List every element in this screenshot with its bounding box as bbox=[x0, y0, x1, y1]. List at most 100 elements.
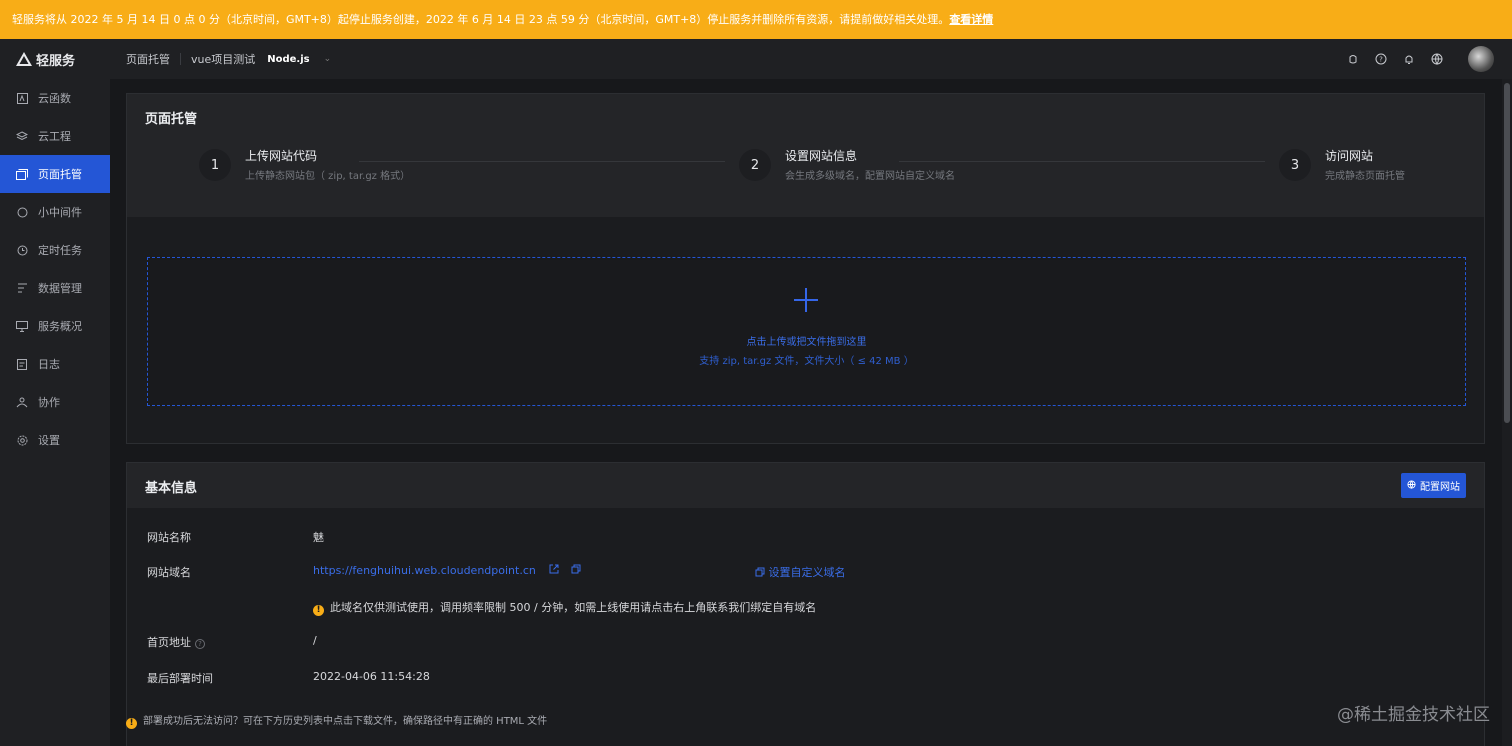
last-deploy-value: 2022-04-06 11:54:28 bbox=[313, 670, 430, 683]
list-icon bbox=[16, 282, 28, 294]
bell-icon[interactable] bbox=[1402, 52, 1416, 66]
basic-info-card: 基本信息 配置网站 网站名称 魅 网站域名 https://fenghuihui… bbox=[126, 462, 1485, 746]
sidebar: 轻服务 云函数 云工程 页面托管 小中间件 定时任务 数据管理 服务概况 日志 … bbox=[0, 39, 110, 746]
sidebar-item-scheduled-tasks[interactable]: 定时任务 bbox=[0, 231, 110, 269]
globe-icon bbox=[1407, 479, 1416, 492]
globe-icon[interactable] bbox=[1430, 52, 1444, 66]
warning-icon: ! bbox=[313, 604, 324, 616]
basic-info-header: 基本信息 配置网站 bbox=[127, 463, 1484, 508]
custom-domain-label: 设置自定义域名 bbox=[768, 566, 846, 579]
domain-link[interactable]: https://fenghuihui.web.cloudendpoint.cn bbox=[313, 564, 536, 577]
hosting-card: 页面托管 1 上传网站代码 上传静态网站包（ zip, tar.gz 格式） 2… bbox=[126, 93, 1485, 444]
upload-constraints: 支持 zip, tar.gz 文件，文件大小（ ≤ 42 MB ） bbox=[699, 356, 914, 367]
function-icon bbox=[16, 92, 28, 104]
plus-icon bbox=[794, 288, 818, 312]
deploy-tip: ! 部署成功后无法访问？可在下方历史列表中点击下载文件，确保路径中有正确的 HTM… bbox=[126, 712, 547, 729]
homepage-label: 首页地址 bbox=[147, 636, 191, 649]
step-title: 设置网站信息 bbox=[785, 149, 858, 163]
custom-domain-link[interactable]: 设置自定义域名 bbox=[755, 564, 846, 580]
sidebar-item-functions[interactable]: 云函数 bbox=[0, 79, 110, 117]
sidebar-item-label: 服务概况 bbox=[38, 320, 82, 333]
brand-icon bbox=[16, 52, 32, 66]
homepage-value: / bbox=[313, 634, 317, 647]
sidebar-item-label: 设置 bbox=[38, 434, 60, 447]
section-title: 基本信息 bbox=[145, 481, 198, 496]
sidebar-item-page-hosting[interactable]: 页面托管 bbox=[0, 155, 110, 193]
breadcrumb-section[interactable]: 页面托管 bbox=[126, 51, 170, 67]
upload-dropzone[interactable]: 点击上传或把文件拖到这里 支持 zip, tar.gz 文件，文件大小（ ≤ 4… bbox=[147, 257, 1466, 406]
configure-site-button[interactable]: 配置网站 bbox=[1401, 473, 1466, 498]
collab-icon bbox=[16, 396, 28, 408]
top-bar: 页面托管 vue项目测试 Node.js ⌄ ? bbox=[110, 39, 1512, 79]
sidebar-item-collaboration[interactable]: 协作 bbox=[0, 383, 110, 421]
sidebar-item-label: 数据管理 bbox=[38, 282, 82, 295]
brand-name: 轻服务 bbox=[36, 53, 76, 69]
sidebar-item-label: 日志 bbox=[38, 358, 60, 371]
runtime-badge: Node.js bbox=[267, 53, 310, 65]
step-visit: 3 访问网站 完成静态页面托管 bbox=[1279, 146, 1439, 186]
field-label: 网站域名 bbox=[147, 566, 191, 579]
sidebar-item-label: 云工程 bbox=[38, 130, 71, 143]
external-link-icon[interactable] bbox=[549, 564, 559, 577]
copy-icon bbox=[755, 567, 765, 577]
step-title: 访问网站 bbox=[1325, 149, 1374, 163]
doc-icon bbox=[16, 358, 28, 370]
step-desc: 上传静态网站包（ zip, tar.gz 格式） bbox=[245, 171, 411, 182]
sidebar-item-label: 小中间件 bbox=[38, 206, 82, 219]
main-content: 页面托管 1 上传网站代码 上传静态网站包（ zip, tar.gz 格式） 2… bbox=[110, 79, 1502, 746]
notice-text: 轻服务将从 2022 年 5 月 14 日 0 点 0 分（北京时间，GMT+8… bbox=[12, 13, 950, 26]
avatar[interactable] bbox=[1468, 46, 1494, 72]
domain-value: https://fenghuihui.web.cloudendpoint.cn bbox=[313, 564, 581, 577]
field-label: 最后部署时间 bbox=[147, 672, 213, 685]
gear-icon bbox=[16, 434, 28, 446]
help-icon[interactable]: ? bbox=[1374, 52, 1388, 66]
copy-icon[interactable] bbox=[571, 564, 581, 577]
step-number: 1 bbox=[199, 149, 231, 181]
sidebar-item-middleware[interactable]: 小中间件 bbox=[0, 193, 110, 231]
sidebar-item-label: 定时任务 bbox=[38, 244, 82, 257]
domain-warning: ! 此域名仅供测试使用，调用频率限制 500 / 分钟，如需上线使用请点击右上角联… bbox=[313, 599, 816, 616]
divider bbox=[180, 53, 181, 65]
deploy-tip-text: 部署成功后无法访问？可在下方历史列表中点击下载文件，确保路径中有正确的 HTML… bbox=[143, 716, 548, 727]
sidebar-item-projects[interactable]: 云工程 bbox=[0, 117, 110, 155]
clock-icon bbox=[16, 244, 28, 256]
page-title: 页面托管 bbox=[145, 112, 198, 127]
step-title: 上传网站代码 bbox=[245, 149, 318, 163]
step-connector bbox=[899, 161, 1265, 162]
pages-icon bbox=[16, 168, 28, 180]
step-number: 3 bbox=[1279, 149, 1311, 181]
help-icon[interactable]: ? bbox=[195, 639, 205, 649]
view-details-link[interactable]: 查看详情 bbox=[949, 13, 993, 26]
top-actions: ? bbox=[1346, 39, 1494, 79]
scrollbar-thumb[interactable] bbox=[1504, 83, 1510, 423]
steps: 1 上传网站代码 上传静态网站包（ zip, tar.gz 格式） 2 设置网站… bbox=[199, 146, 1439, 186]
step-upload: 1 上传网站代码 上传静态网站包（ zip, tar.gz 格式） bbox=[199, 146, 739, 186]
scrollbar[interactable] bbox=[1502, 79, 1512, 746]
sidebar-item-settings[interactable]: 设置 bbox=[0, 421, 110, 459]
sidebar-item-overview[interactable]: 服务概况 bbox=[0, 307, 110, 345]
project-name[interactable]: vue项目测试 bbox=[191, 51, 255, 67]
configure-site-label: 配置网站 bbox=[1420, 482, 1460, 493]
field-label: 网站名称 bbox=[147, 531, 191, 544]
layers-icon bbox=[16, 130, 28, 142]
notice-banner: 轻服务将从 2022 年 5 月 14 日 0 点 0 分（北京时间，GMT+8… bbox=[0, 0, 1512, 39]
sidebar-item-label: 协作 bbox=[38, 396, 60, 409]
chevron-down-icon[interactable]: ⌄ bbox=[324, 54, 332, 64]
field-label: 首页地址? bbox=[147, 634, 205, 650]
sidebar-item-data[interactable]: 数据管理 bbox=[0, 269, 110, 307]
step-connector bbox=[359, 161, 725, 162]
sidebar-item-logs[interactable]: 日志 bbox=[0, 345, 110, 383]
monitor-icon bbox=[16, 320, 28, 332]
step-configure: 2 设置网站信息 会生成多级域名，配置网站自定义域名 bbox=[739, 146, 1279, 186]
brand-logo[interactable]: 轻服务 bbox=[0, 39, 110, 79]
step-number: 2 bbox=[739, 149, 771, 181]
step-desc: 会生成多级域名，配置网站自定义域名 bbox=[785, 171, 955, 182]
warning-icon: ! bbox=[126, 717, 137, 729]
sidebar-item-label: 页面托管 bbox=[38, 168, 82, 181]
bug-icon[interactable] bbox=[1346, 52, 1360, 66]
domain-warning-text: 此域名仅供测试使用，调用频率限制 500 / 分钟，如需上线使用请点击右上角联系… bbox=[330, 601, 817, 614]
svg-text:?: ? bbox=[1379, 56, 1383, 64]
middleware-icon bbox=[16, 206, 28, 218]
step-desc: 完成静态页面托管 bbox=[1325, 171, 1405, 182]
site-name-value: 魅 bbox=[313, 531, 324, 544]
